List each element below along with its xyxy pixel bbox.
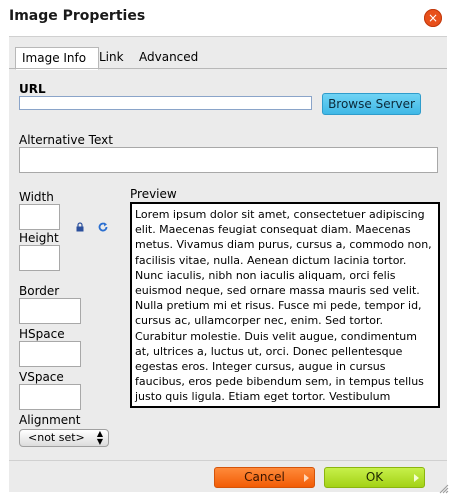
preview-label: Preview <box>130 187 177 201</box>
dialog-titlebar[interactable]: Image Properties × <box>0 0 457 35</box>
width-input[interactable] <box>19 204 60 230</box>
image-properties-dialog: Image Properties × Image Info Link Advan… <box>0 0 457 502</box>
height-input[interactable] <box>19 245 60 271</box>
chevron-up-down-icon: ▲ ▼ <box>96 429 103 446</box>
preview-box: Lorem ipsum dolor sit amet, consectetuer… <box>130 202 440 408</box>
vspace-input[interactable] <box>19 384 81 410</box>
dialog-body: Image Info Link Advanced URL Browse Serv… <box>9 36 447 461</box>
resize-grip-icon[interactable] <box>437 482 449 494</box>
image-info-panel: URL Browse Server Alternative Text Width… <box>9 68 447 462</box>
caret-right-icon <box>304 474 309 482</box>
ok-button[interactable]: OK <box>324 467 425 488</box>
url-label: URL <box>19 82 46 96</box>
tab-link[interactable]: Link <box>93 47 130 67</box>
preview-text: Lorem ipsum dolor sit amet, consectetuer… <box>135 208 432 406</box>
tab-advanced[interactable]: Advanced <box>133 47 204 67</box>
hspace-input[interactable] <box>19 341 81 367</box>
close-icon[interactable]: × <box>424 9 442 27</box>
alignment-selected-value: <not set> <box>28 431 85 444</box>
vspace-label: VSpace <box>19 370 64 384</box>
alignment-label: Alignment <box>19 413 81 427</box>
browse-server-button[interactable]: Browse Server <box>322 93 421 115</box>
border-label: Border <box>19 284 60 298</box>
url-input[interactable] <box>19 96 312 110</box>
height-label: Height <box>19 231 59 245</box>
alignment-select[interactable]: <not set> ▲ ▼ <box>19 429 109 447</box>
alt-text-input[interactable] <box>19 147 438 173</box>
caret-right-icon <box>414 474 419 482</box>
width-label: Width <box>19 190 54 204</box>
reset-size-icon[interactable] <box>97 221 109 233</box>
ok-button-label: OK <box>365 470 384 484</box>
tab-image-info[interactable]: Image Info <box>15 47 99 70</box>
cancel-button-label: Cancel <box>244 470 285 484</box>
dialog-footer: Cancel OK <box>9 460 447 492</box>
alt-text-label: Alternative Text <box>19 133 113 147</box>
border-input[interactable] <box>19 298 81 324</box>
cancel-button[interactable]: Cancel <box>214 467 315 488</box>
lock-icon[interactable] <box>75 222 85 232</box>
hspace-label: HSpace <box>19 327 65 341</box>
dialog-title: Image Properties <box>9 8 146 24</box>
